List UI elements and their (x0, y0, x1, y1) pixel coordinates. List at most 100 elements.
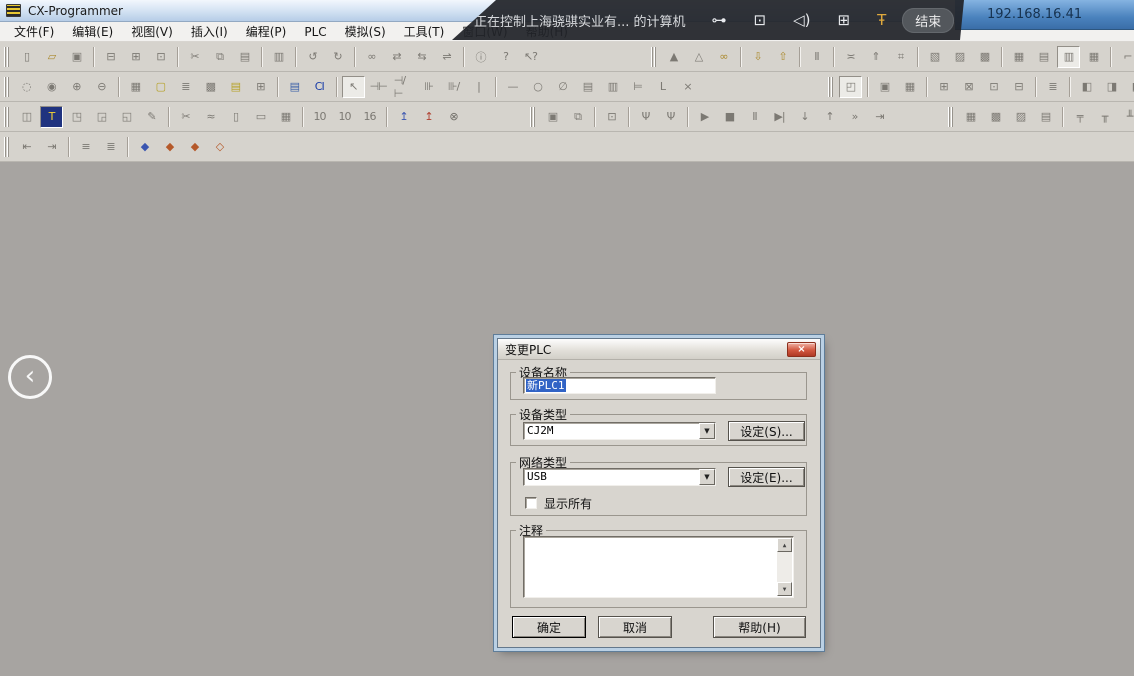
watch-sheet-icon[interactable]: ⧉ (566, 106, 589, 128)
online-edit-icon[interactable]: ⌐ (1116, 46, 1134, 68)
rung-comment-icon[interactable]: ≣ (99, 136, 122, 158)
change-all-icon[interactable]: ⇌ (435, 46, 458, 68)
device-type-settings-button[interactable]: 设定(S)... (728, 421, 805, 441)
comment-icon[interactable]: ▢ (149, 76, 172, 98)
properties-icon[interactable]: ✎ (140, 106, 163, 128)
show-all-checkbox[interactable] (525, 497, 537, 509)
program-mode-icon[interactable]: ▦ (1082, 46, 1105, 68)
comment-scrollbar[interactable]: ▲ ▼ (777, 538, 792, 596)
io-table-4-icon[interactable]: ▤ (1034, 106, 1057, 128)
new-or-closed-contact-icon[interactable]: ⊪/ (442, 76, 465, 98)
back-button[interactable]: ‹ (8, 355, 52, 399)
toolbar-handle[interactable] (948, 107, 954, 127)
menu-item-view[interactable]: 视图(V) (122, 22, 182, 42)
toolbar-handle[interactable] (4, 107, 10, 127)
select-tool-icon[interactable]: ↖ (342, 76, 365, 98)
horizontal-line-icon[interactable]: — (501, 76, 524, 98)
network-1-icon[interactable]: ╤ (1068, 106, 1091, 128)
online-search-icon[interactable]: ∞ (712, 46, 735, 68)
mnemonics-view-icon[interactable]: ▤ (283, 76, 306, 98)
sim-step-icon[interactable]: ▶| (768, 106, 791, 128)
force-off-icon[interactable]: ↥ (417, 106, 440, 128)
paste-icon[interactable]: ▤ (233, 46, 256, 68)
window-z-icon[interactable]: ◧ (1075, 76, 1098, 98)
watch-window-icon[interactable]: ▣ (541, 106, 564, 128)
toolbar-handle[interactable] (530, 107, 536, 127)
sim-run-icon[interactable]: ▶ (693, 106, 716, 128)
zoom-region-icon[interactable]: ◉ (40, 76, 63, 98)
redo-icon[interactable]: ↻ (326, 46, 349, 68)
line-numbers-icon[interactable]: ≡ (74, 136, 97, 158)
toolbar-handle[interactable] (4, 47, 10, 67)
new-closed-coil-icon[interactable]: ∅ (551, 76, 574, 98)
compare-with-plc-icon[interactable]: ≍ (839, 46, 862, 68)
rung-wrap-icon[interactable]: ≈ (199, 106, 222, 128)
vertical-line-icon[interactable]: | (467, 76, 490, 98)
scroll-up-icon[interactable]: ▲ (777, 538, 792, 552)
monitor-mode-icon[interactable]: ▥ (1057, 46, 1080, 68)
transfer-to-plc-icon[interactable]: ⇩ (746, 46, 769, 68)
insert-rung-above-icon[interactable]: ⊞ (932, 76, 955, 98)
zoom-tool-icon[interactable]: ◌ (15, 76, 38, 98)
partial-transfer-icon[interactable]: ⇑ (864, 46, 887, 68)
force-on-icon[interactable]: ↥ (392, 106, 415, 128)
dialog-titlebar[interactable]: 变更PLC × (498, 339, 820, 360)
undo-icon[interactable]: ↺ (301, 46, 324, 68)
address-reference-icon[interactable]: ▤ (224, 76, 247, 98)
new-instruction-icon[interactable]: ▤ (576, 76, 599, 98)
print-setup-icon[interactable]: ⊟ (99, 46, 122, 68)
work-online-simulator-icon[interactable]: △ (687, 46, 710, 68)
network-3-icon[interactable]: ╨ (1118, 106, 1134, 128)
new-or-contact-icon[interactable]: ⊪ (417, 76, 440, 98)
speaker-icon[interactable]: ◁) (793, 11, 810, 29)
network-type-settings-button[interactable]: 设定(E)... (728, 467, 805, 487)
scroll-down-icon[interactable]: ▼ (777, 582, 792, 596)
io-table-2-icon[interactable]: ▩ (984, 106, 1007, 128)
menu-item-plc[interactable]: PLC (295, 22, 335, 42)
pause-hand-icon[interactable]: Ψ (634, 106, 657, 128)
dialog-view-icon[interactable]: ▭ (249, 106, 272, 128)
program-protect-icon[interactable]: ▩ (973, 46, 996, 68)
pause-monitor-icon[interactable]: Ⅱ (805, 46, 828, 68)
fullscreen-icon[interactable]: ⊡ (754, 11, 767, 29)
menu-item-simulation[interactable]: 模拟(S) (336, 22, 395, 42)
io-comment-icon[interactable]: ▯ (224, 106, 247, 128)
session-tool-icon[interactable]: Ŧ (877, 11, 886, 29)
pin-icon[interactable]: ⊶ (712, 11, 727, 29)
rung-list-icon[interactable]: ≣ (174, 76, 197, 98)
cancel-button[interactable]: 取消 (598, 616, 672, 638)
insert-rung-below-icon[interactable]: ⊡ (982, 76, 1005, 98)
chevron-down-icon[interactable]: ▼ (699, 423, 715, 439)
zoom-out-icon[interactable]: ⊖ (90, 76, 113, 98)
window-pair-icon[interactable]: ◲ (90, 106, 113, 128)
remove-rung-icon[interactable]: ⊟ (1007, 76, 1030, 98)
sim-step-in-icon[interactable]: ↓ (793, 106, 816, 128)
new-fb-icon[interactable]: ⊨ (626, 76, 649, 98)
hex-radix-icon[interactable]: 16 (358, 106, 381, 128)
cut-rung-icon[interactable]: ✂ (174, 106, 197, 128)
chevron-down-icon[interactable]: ▼ (699, 469, 715, 485)
menu-item-program[interactable]: 编程(P) (237, 22, 296, 42)
window-find-icon[interactable]: ◳ (65, 106, 88, 128)
print-preview-icon[interactable]: ⊡ (149, 46, 172, 68)
comment-textarea[interactable]: ▲ ▼ (523, 536, 794, 598)
verify-icon[interactable]: ⌗ (889, 46, 912, 68)
new-coil-icon[interactable]: ○ (526, 76, 549, 98)
window-check-icon[interactable]: ◩ (1125, 76, 1134, 98)
breakpoint-icon[interactable]: ◆ (158, 136, 181, 158)
new-contact-icon[interactable]: ⊣⊢ (367, 76, 390, 98)
menu-item-tools[interactable]: 工具(T) (395, 22, 454, 42)
layers-icon[interactable]: ▣ (873, 76, 896, 98)
run-mode-icon[interactable]: ▦ (1007, 46, 1030, 68)
io-table-3-icon[interactable]: ▨ (1009, 106, 1032, 128)
add-monitor-icon[interactable]: ⊞ (838, 11, 851, 29)
line-delete-icon[interactable]: × (676, 76, 699, 98)
sim-to-break-icon[interactable]: ⇥ (868, 106, 891, 128)
program-transfer-icon[interactable]: ▨ (948, 46, 971, 68)
menu-item-file[interactable]: 文件(F) (5, 22, 63, 42)
trigger-hand-icon[interactable]: Ψ (659, 106, 682, 128)
replace-icon[interactable]: ⇄ (385, 46, 408, 68)
symbol-table-icon[interactable]: ≣ (1041, 76, 1064, 98)
context-help-icon[interactable]: ↖? (519, 46, 542, 68)
force-cancel-icon[interactable]: ⊗ (442, 106, 465, 128)
